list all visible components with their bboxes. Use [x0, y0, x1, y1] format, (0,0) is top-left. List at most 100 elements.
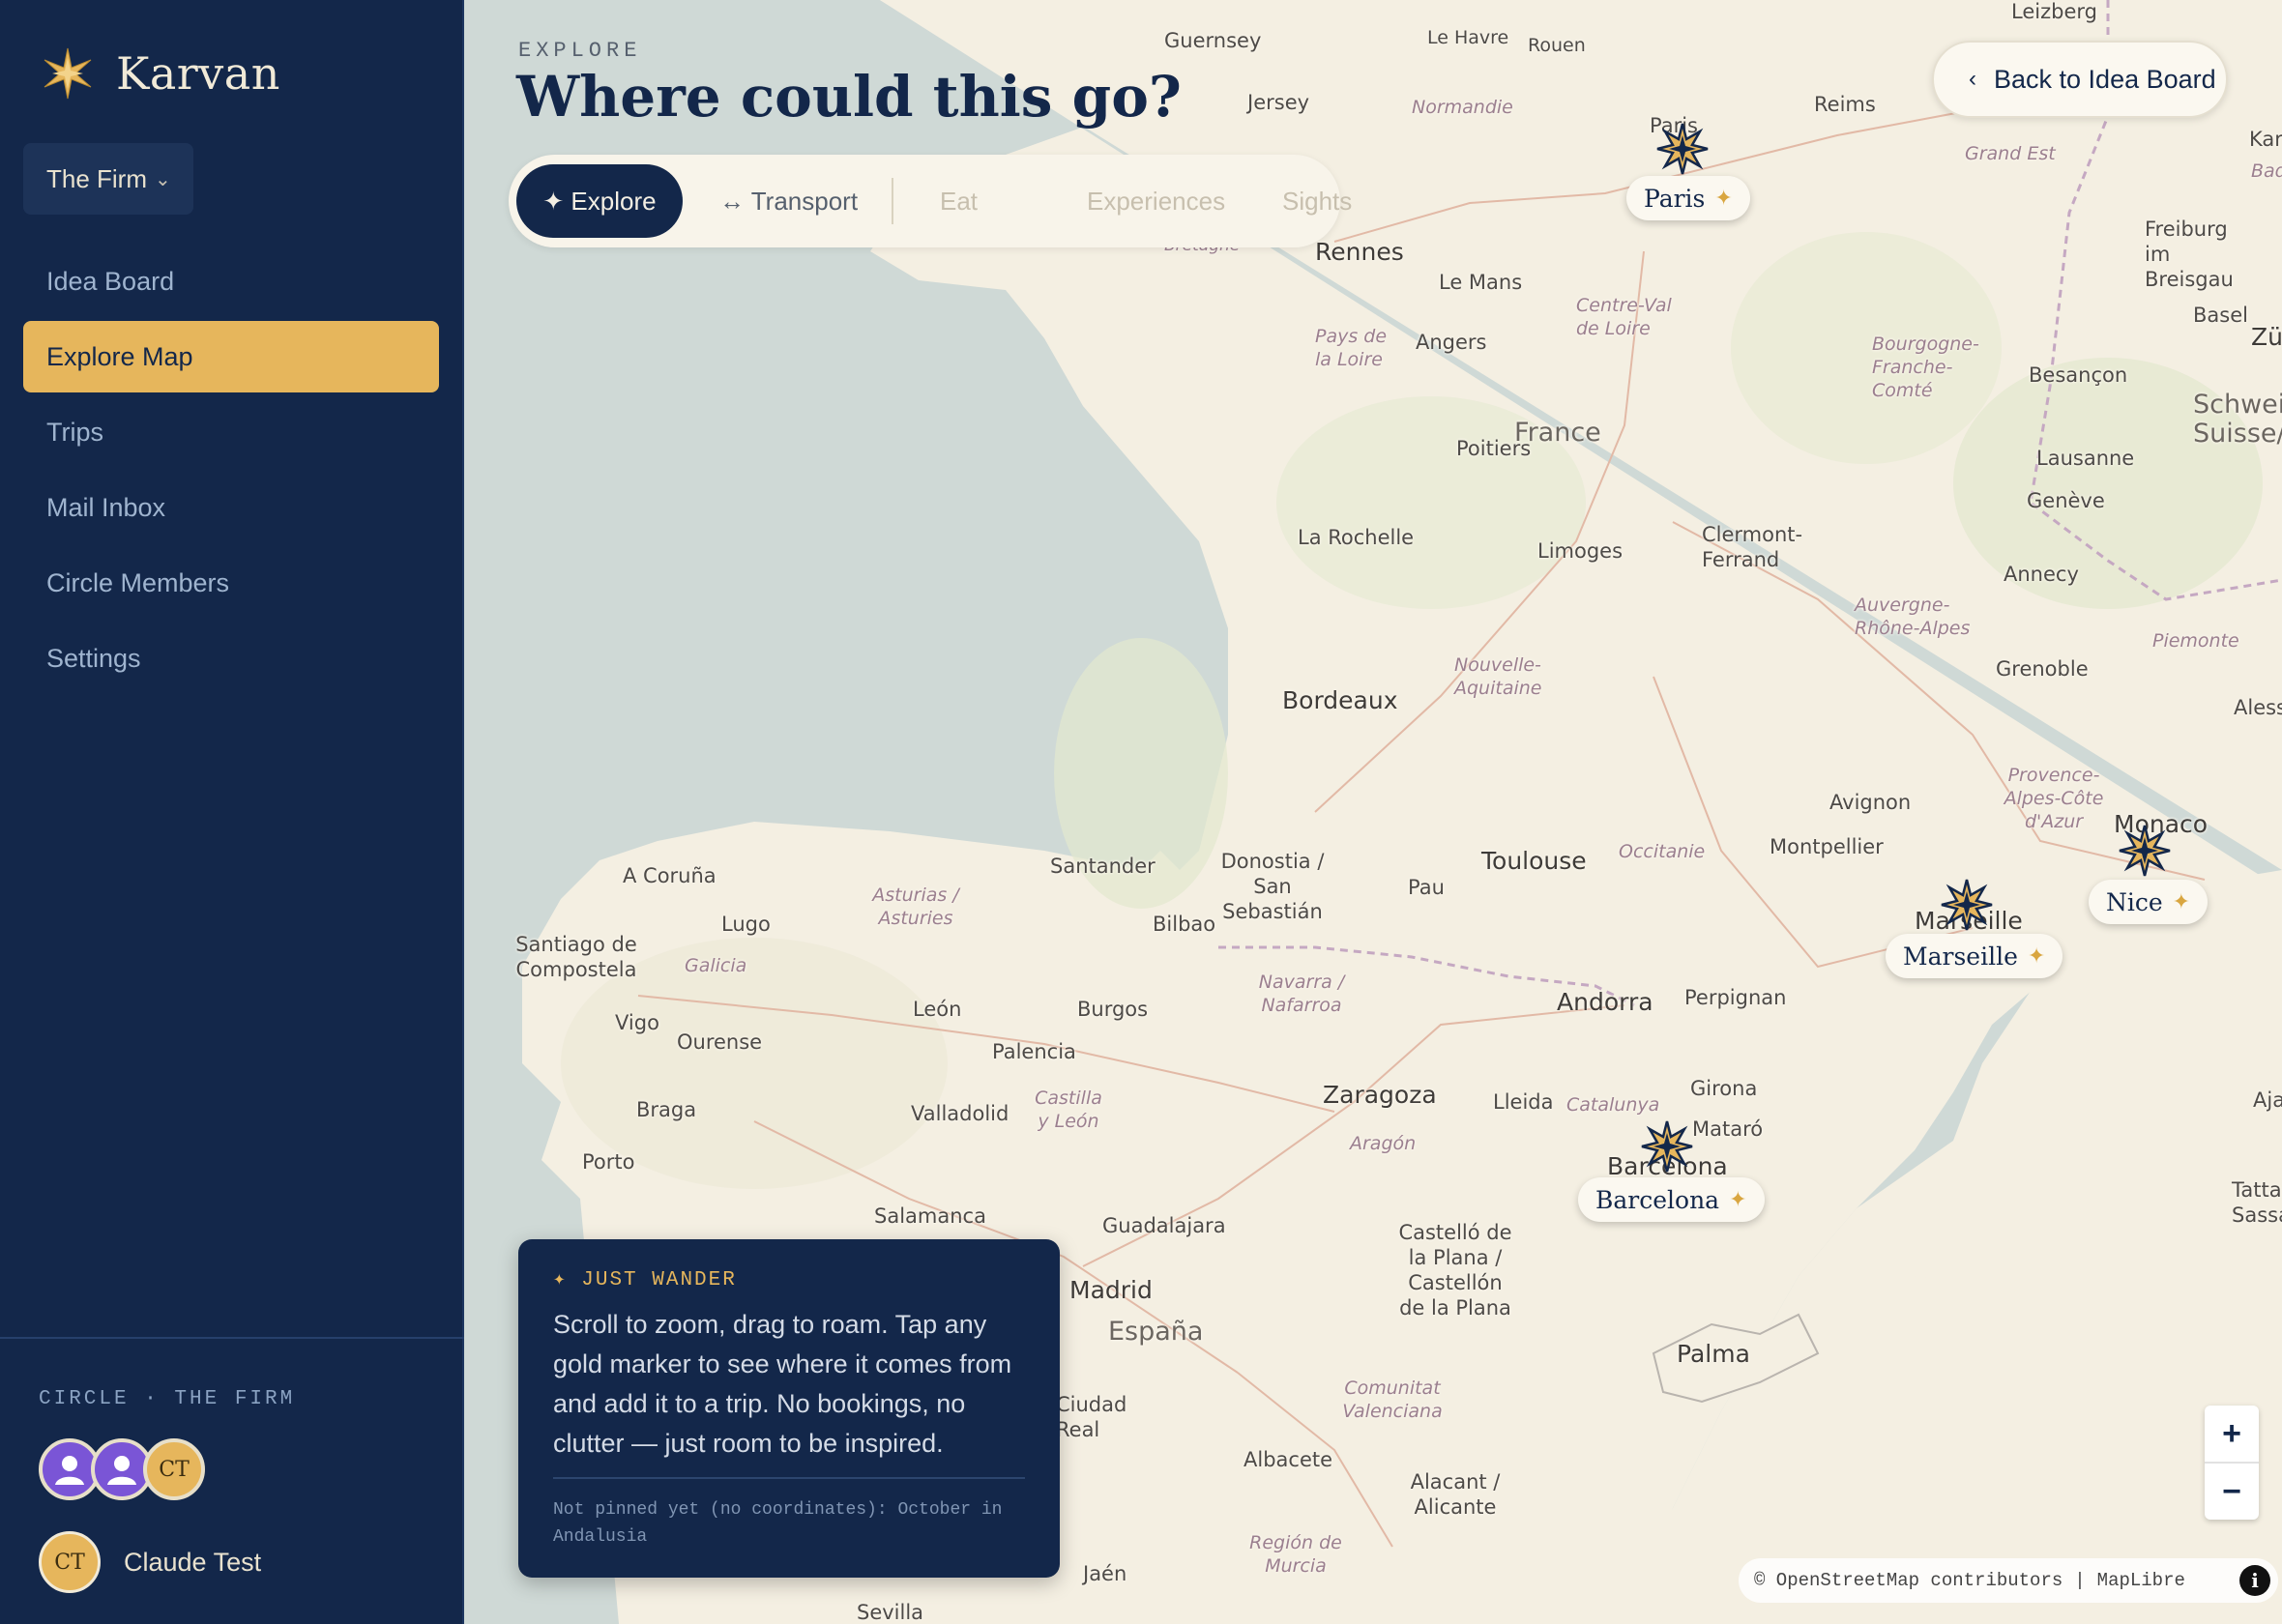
- brand[interactable]: Karvan: [41, 46, 280, 101]
- map-label: Nouvelle-Aquitaine: [1454, 654, 1542, 699]
- zoom-in-button[interactable]: +: [2205, 1406, 2259, 1462]
- map-label: Santander: [1050, 855, 1156, 878]
- map-label: Grenoble: [1996, 657, 2089, 681]
- map-label: León: [913, 998, 962, 1021]
- map-label: Zürich: [2251, 323, 2282, 351]
- map-label: Asturias / Asturies: [872, 884, 959, 929]
- paris-marker-label[interactable]: Paris ✦: [1626, 176, 1750, 220]
- circle-label: CIRCLE · THE FIRM: [39, 1388, 296, 1410]
- map-label: Comunitat Valenciana: [1342, 1378, 1443, 1422]
- map-label: Toulouse: [1481, 847, 1587, 875]
- info-card-note: Not pinned yet (no coordinates): October…: [553, 1500, 1003, 1547]
- sidebar-item-label: Settings: [46, 643, 141, 673]
- sidebar-item-settings[interactable]: Settings: [23, 623, 439, 694]
- avatar: CT: [39, 1531, 101, 1593]
- map-label: Burgos: [1077, 998, 1149, 1021]
- map-label: Andorra: [1557, 988, 1653, 1016]
- page-title: Where could this go?: [516, 64, 1182, 130]
- maplibre-link[interactable]: MapLibre: [2097, 1570, 2185, 1591]
- sidebar-item-mail-inbox[interactable]: Mail Inbox: [23, 472, 439, 543]
- map-label: Annecy: [2004, 563, 2079, 586]
- map-label: Avignon: [1829, 791, 1912, 814]
- map-label: Clermont-Ferrand: [1702, 523, 1803, 571]
- map-label: Galicia: [685, 955, 747, 976]
- user-name: Claude Test: [124, 1547, 262, 1577]
- nice-marker[interactable]: [2118, 824, 2172, 878]
- marseille-marker-label[interactable]: Marseille ✦: [1886, 934, 2063, 978]
- map-label: Reims: [1814, 93, 1876, 116]
- map-label: Lausanne: [2036, 447, 2135, 470]
- just-wander-card: ✦ JUST WANDER Scroll to zoom, drag to ro…: [518, 1239, 1060, 1578]
- map-label: Aja: [2253, 1088, 2282, 1112]
- tab-transport[interactable]: ↔ Transport: [719, 164, 858, 238]
- map-label: Región de Murcia: [1249, 1532, 1342, 1577]
- map-label: Pau: [1408, 876, 1445, 899]
- map-label: Catalunya: [1566, 1094, 1660, 1116]
- map-label: Albacete: [1243, 1448, 1333, 1471]
- avatar[interactable]: CT: [143, 1438, 205, 1500]
- paris-marker[interactable]: [1655, 122, 1710, 176]
- map-label: Alacant / Alicante: [1410, 1470, 1501, 1519]
- map-label: Palma: [1677, 1340, 1750, 1368]
- tab-sights[interactable]: Sights: [1282, 164, 1352, 238]
- map-label: Madrid: [1069, 1276, 1153, 1304]
- sidebar-item-idea-board[interactable]: Idea Board: [23, 246, 439, 317]
- barcelona-marker[interactable]: [1640, 1119, 1694, 1174]
- map-label: Rouen: [1528, 35, 1586, 56]
- user-icon: [55, 1456, 84, 1485]
- sparkle-icon: ✦: [2172, 889, 2191, 914]
- sidebar-item-label: Idea Board: [46, 266, 175, 296]
- map-label: Pays de la Loire: [1315, 326, 1388, 370]
- info-icon[interactable]: i: [2239, 1565, 2270, 1596]
- osm-attribution-link[interactable]: © OpenStreetMap contributors: [1754, 1570, 2063, 1591]
- map-label: Mataró: [1692, 1117, 1764, 1141]
- member-avatars[interactable]: CT: [39, 1438, 205, 1500]
- map-label: Genève: [2027, 489, 2105, 512]
- map-label: A Coruña: [623, 864, 717, 887]
- map-label: Limoges: [1537, 539, 1624, 563]
- sparkle-icon: ✦: [2027, 943, 2046, 969]
- map-label: Freiburg im Breisgau: [2145, 218, 2234, 291]
- gold-star-marker-icon: [2119, 825, 2171, 877]
- explore-tabs: ✦ Explore ↔ Transport Eat Experiences Si…: [509, 155, 1352, 247]
- sidebar-item-label: Mail Inbox: [46, 492, 166, 522]
- attribution-separator: |: [2074, 1570, 2086, 1591]
- circle-selector[interactable]: The Firm ⌄: [23, 143, 193, 215]
- app-name: Karvan: [116, 47, 280, 100]
- map-label: Lugo: [721, 913, 771, 936]
- map-label: Schweiz Suisse/Svizzera: [2193, 390, 2282, 449]
- circle-selector-label: The Firm: [46, 163, 147, 193]
- map-label: Perpignan: [1684, 986, 1787, 1009]
- map-label: Bilbao: [1153, 913, 1216, 936]
- zoom-out-button[interactable]: −: [2205, 1464, 2259, 1520]
- sidebar-item-explore-map[interactable]: Explore Map: [23, 321, 439, 392]
- explore-map[interactable]: Guernsey Jersey Le Havre Rouen Normandie…: [464, 0, 2282, 1624]
- sidebar-item-label: Explore Map: [46, 341, 193, 371]
- map-label: Navarra / Nafarroa: [1258, 972, 1345, 1016]
- map-label: Le Mans: [1439, 271, 1523, 294]
- barcelona-marker-label[interactable]: Barcelona ✦: [1578, 1177, 1765, 1222]
- user-icon: [107, 1456, 136, 1485]
- current-user[interactable]: CT Claude Test: [39, 1531, 261, 1593]
- page-eyebrow: EXPLORE: [518, 39, 642, 63]
- tab-eat[interactable]: Eat: [940, 164, 978, 238]
- nice-marker-label[interactable]: Nice ✦: [2089, 880, 2209, 924]
- map-label: Vigo: [615, 1011, 659, 1034]
- sidebar-item-label: Circle Members: [46, 567, 230, 597]
- map-label: Auvergne-Rhône-Alpes: [1855, 594, 1971, 639]
- map-label: Karlsruhe: [2249, 128, 2282, 151]
- map-label: Santiago de Compostela: [515, 933, 637, 981]
- sidebar-item-circle-members[interactable]: Circle Members: [23, 547, 439, 619]
- back-to-idea-board-button[interactable]: ‹ Back to Idea Board: [1932, 41, 2228, 118]
- map-label: Aragón: [1350, 1133, 1417, 1154]
- map-label: Bourgogne-Franche-Comté: [1872, 334, 1979, 401]
- gold-star-marker-icon: [1941, 879, 1993, 931]
- tab-explore[interactable]: ✦ Explore: [516, 164, 683, 238]
- map-label: France: [1514, 418, 1601, 448]
- tab-experiences[interactable]: Experiences: [1087, 164, 1225, 238]
- map-label: Angers: [1416, 331, 1487, 354]
- sidebar-item-trips[interactable]: Trips: [23, 396, 439, 468]
- map-label: Porto: [582, 1150, 635, 1174]
- map-label: Sevilla: [857, 1601, 924, 1624]
- marseille-marker[interactable]: [1940, 878, 1994, 932]
